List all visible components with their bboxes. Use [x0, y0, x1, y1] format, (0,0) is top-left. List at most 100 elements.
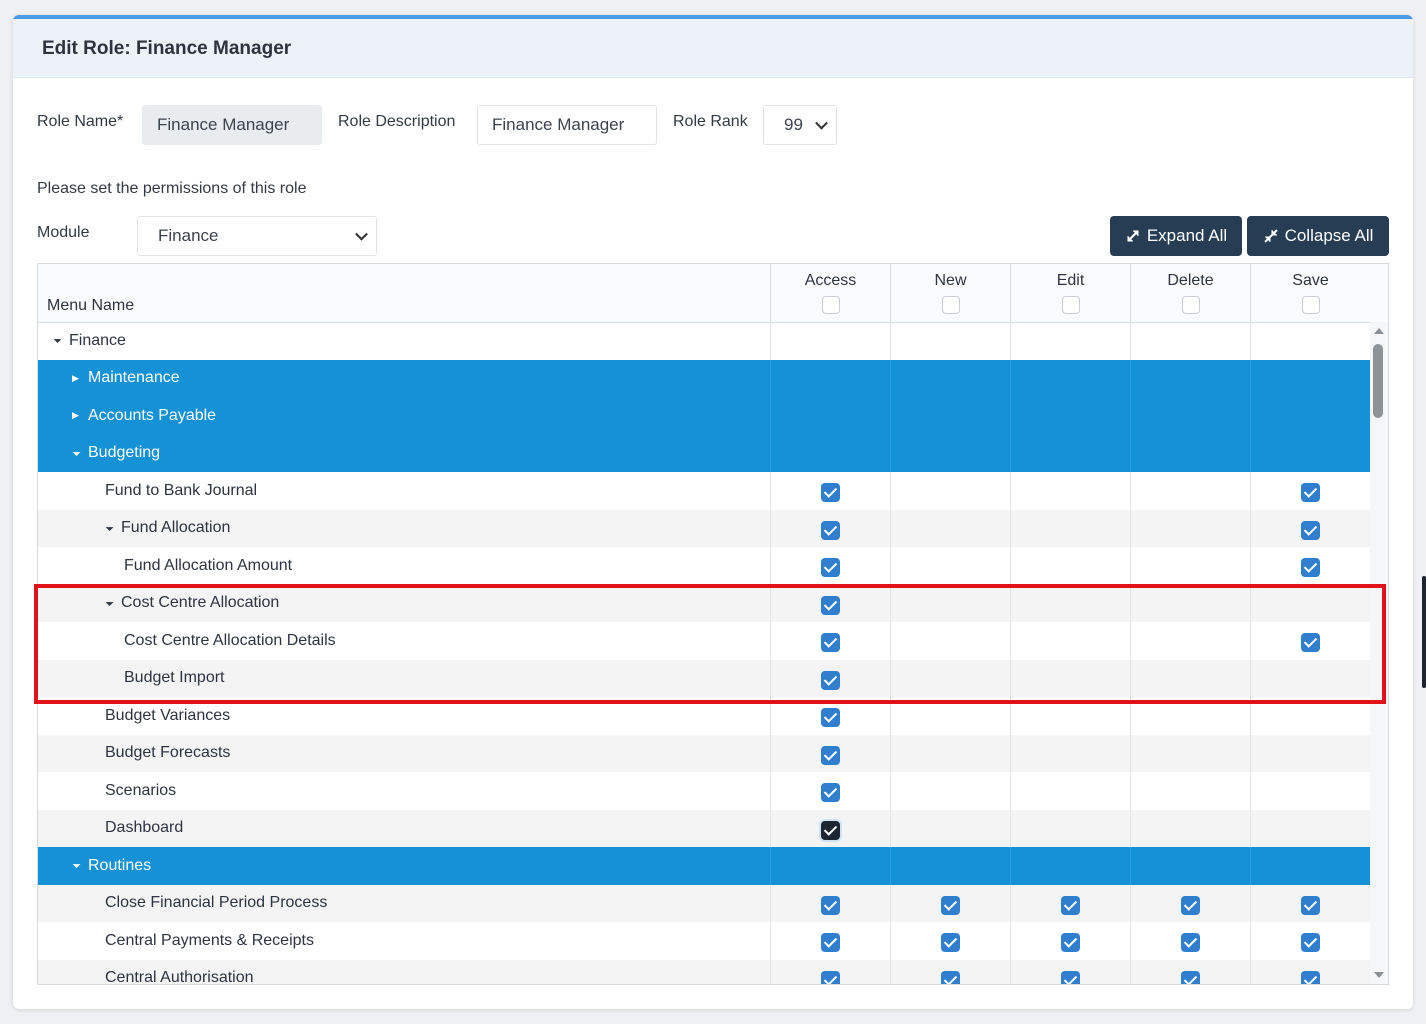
- edit-checkbox[interactable]: [1061, 933, 1080, 953]
- menu-name-label: Cost Centre Allocation: [121, 594, 280, 612]
- permission-cell-delete: [1130, 359, 1250, 397]
- menu-name-label: Central Payments & Receipts: [105, 931, 314, 949]
- select-all-delete-checkbox[interactable]: [1181, 296, 1200, 314]
- access-checkbox[interactable]: [821, 783, 840, 803]
- grid-row[interactable]: Central Payments & Receipts: [38, 922, 1370, 960]
- role-rank-label: Role Rank: [673, 113, 748, 130]
- collapse-arrow-icon[interactable]: ◢: [71, 859, 84, 872]
- expand-arrow-icon[interactable]: ▶: [72, 373, 84, 384]
- menu-name-cell: ▶ Maintenance: [72, 360, 180, 398]
- permission-cell-access: [770, 659, 890, 697]
- collapse-arrow-icon[interactable]: ◢: [71, 447, 84, 460]
- save-checkbox[interactable]: [1301, 633, 1320, 653]
- grid-row[interactable]: Central Authorisation: [38, 959, 1370, 984]
- collapse-arrow-icon[interactable]: ◢: [52, 334, 65, 347]
- collapse-arrow-icon[interactable]: ◢: [104, 522, 117, 535]
- new-checkbox[interactable]: [941, 895, 960, 915]
- save-checkbox[interactable]: [1301, 933, 1320, 953]
- expand-all-button[interactable]: Expand All: [1110, 216, 1242, 256]
- menu-name-cell: ◢ Routines: [72, 847, 151, 885]
- edit-checkbox[interactable]: [1061, 970, 1080, 984]
- grid-header: Menu Name Access New Edit Delete Save: [38, 264, 1388, 323]
- grid-row[interactable]: Fund to Bank Journal: [38, 472, 1370, 510]
- save-checkbox[interactable]: [1301, 483, 1320, 503]
- scroll-down-icon[interactable]: [1374, 972, 1384, 978]
- collapse-all-button[interactable]: Collapse All: [1247, 216, 1389, 256]
- grid-row[interactable]: ◢ Budgeting: [38, 434, 1370, 472]
- new-checkbox[interactable]: [941, 970, 960, 984]
- save-checkbox[interactable]: [1301, 895, 1320, 915]
- access-checkbox[interactable]: [821, 520, 840, 540]
- menu-name-cell: Budget Variances: [105, 697, 230, 735]
- access-checkbox[interactable]: [821, 820, 840, 840]
- grid-row[interactable]: ▶ Accounts Payable: [38, 397, 1370, 435]
- grid-row[interactable]: ◢ Finance: [38, 322, 1370, 360]
- grid-row[interactable]: ◢ Fund Allocation: [38, 509, 1370, 547]
- permission-cell-delete: [1130, 884, 1250, 922]
- delete-checkbox[interactable]: [1181, 970, 1200, 984]
- select-all-new-checkbox[interactable]: [941, 296, 960, 314]
- permission-cell-access: [770, 359, 890, 397]
- menu-name-label: Scenarios: [105, 781, 177, 799]
- permission-cell-access: [770, 322, 890, 360]
- permission-cell-delete: [1130, 509, 1250, 547]
- permission-cell-access: [770, 809, 890, 847]
- permission-cell-save: [1250, 622, 1370, 660]
- scroll-thumb[interactable]: [1373, 344, 1383, 418]
- grid-row[interactable]: Scenarios: [38, 772, 1370, 810]
- grid-row[interactable]: Fund Allocation Amount: [38, 547, 1370, 585]
- grid-body: ◢ Finance ▶ Maintenance ▶ Accounts Payable ◢ Bu…: [38, 322, 1370, 984]
- permission-cell-delete: [1130, 322, 1250, 360]
- permission-cell-delete: [1130, 809, 1250, 847]
- permission-cell-delete: [1130, 922, 1250, 960]
- access-checkbox[interactable]: [821, 558, 840, 578]
- role-name-input[interactable]: Finance Manager: [142, 105, 322, 145]
- edit-checkbox[interactable]: [1061, 895, 1080, 915]
- menu-name-cell: ◢ Cost Centre Allocation: [105, 585, 279, 623]
- grid-row[interactable]: ◢ Routines: [38, 847, 1370, 885]
- select-all-access-checkbox[interactable]: [821, 296, 840, 314]
- grid-row[interactable]: Budget Forecasts: [38, 734, 1370, 772]
- grid-row[interactable]: ◢ Cost Centre Allocation: [38, 584, 1370, 623]
- access-checkbox[interactable]: [821, 895, 840, 915]
- permission-cell-save: [1250, 922, 1370, 960]
- expand-arrow-icon[interactable]: ▶: [72, 410, 84, 421]
- access-checkbox[interactable]: [821, 933, 840, 953]
- access-checkbox[interactable]: [821, 595, 840, 615]
- access-checkbox[interactable]: [821, 670, 840, 690]
- permission-cell-new: [890, 697, 1010, 735]
- save-checkbox[interactable]: [1301, 970, 1320, 984]
- select-all-save-checkbox[interactable]: [1301, 296, 1320, 314]
- save-checkbox[interactable]: [1301, 520, 1320, 540]
- menu-name-cell: ▶ Accounts Payable: [72, 397, 216, 435]
- permission-cell-delete: [1130, 397, 1250, 435]
- delete-checkbox[interactable]: [1181, 895, 1200, 915]
- grid-row[interactable]: Cost Centre Allocation Details: [38, 622, 1370, 660]
- permission-cell-new: [890, 547, 1010, 585]
- menu-name-label: Close Financial Period Process: [105, 894, 328, 912]
- role-rank-select[interactable]: 99: [763, 105, 837, 145]
- access-checkbox[interactable]: [821, 633, 840, 653]
- permissions-instruction: Please set the permissions of this role: [37, 180, 307, 197]
- access-checkbox[interactable]: [821, 745, 840, 765]
- module-select[interactable]: Finance: [137, 216, 377, 256]
- access-checkbox[interactable]: [821, 970, 840, 984]
- permission-cell-edit: [1010, 884, 1130, 922]
- delete-checkbox[interactable]: [1181, 933, 1200, 953]
- scroll-up-icon[interactable]: [1374, 328, 1384, 334]
- save-checkbox[interactable]: [1301, 558, 1320, 578]
- grid-scrollbar[interactable]: [1370, 322, 1388, 984]
- access-checkbox[interactable]: [821, 708, 840, 728]
- permission-cell-save: [1250, 359, 1370, 397]
- new-checkbox[interactable]: [941, 933, 960, 953]
- grid-row[interactable]: ▶ Maintenance: [38, 359, 1370, 398]
- grid-row[interactable]: Budget Variances: [38, 697, 1370, 735]
- collapse-arrow-icon[interactable]: ◢: [104, 597, 117, 610]
- permission-cell-save: [1250, 322, 1370, 360]
- select-all-edit-checkbox[interactable]: [1061, 296, 1080, 314]
- grid-row[interactable]: Budget Import: [38, 659, 1370, 697]
- role-description-input[interactable]: Finance Manager: [477, 105, 657, 145]
- grid-row[interactable]: Dashboard: [38, 809, 1370, 847]
- access-checkbox[interactable]: [821, 483, 840, 503]
- grid-row[interactable]: Close Financial Period Process: [38, 884, 1370, 922]
